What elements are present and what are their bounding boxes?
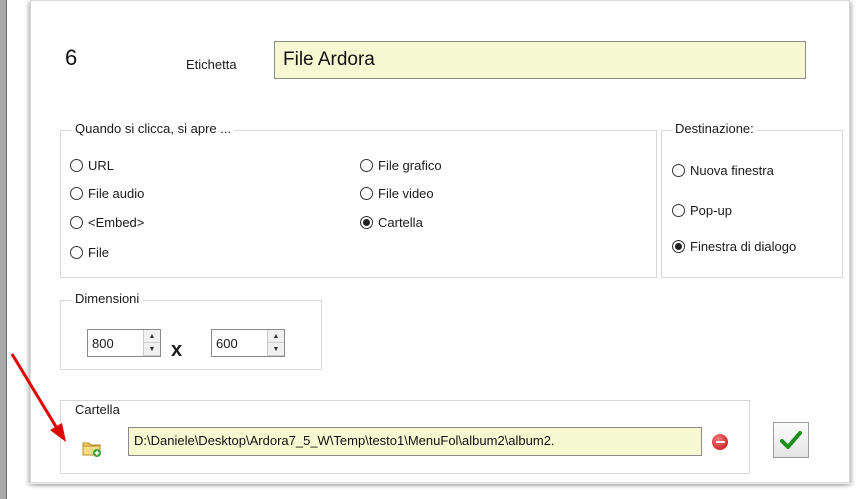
dimension-separator: x [171,339,183,361]
height-down-icon[interactable]: ▼ [268,343,284,356]
radio-finestra-dialogo-circle [672,240,685,253]
radio-file-audio-label: File audio [88,186,145,201]
destination-legend: Destinazione: [672,121,757,136]
remove-icon[interactable] [712,434,728,450]
open-action-legend: Quando si clicca, si apre ... [72,121,235,136]
width-stepper-buttons[interactable]: ▲ ▼ [143,330,160,356]
radio-file-video-label: File video [378,186,434,201]
radio-finestra-dialogo-label: Finestra di dialogo [690,239,797,254]
height-up-icon[interactable]: ▲ [268,330,284,343]
radio-nuova-finestra-circle [672,164,685,177]
width-up-icon[interactable]: ▲ [144,330,160,343]
radio-file[interactable]: File [70,245,109,260]
label-caption: Etichetta [186,57,237,72]
radio-embed-circle [70,216,83,229]
height-stepper-buttons[interactable]: ▲ ▼ [267,330,284,356]
height-stepper[interactable]: 600 ▲ ▼ [211,329,285,357]
height-value: 600 [216,335,238,351]
width-stepper[interactable]: 800 ▲ ▼ [87,329,161,357]
radio-file-circle [70,246,83,259]
radio-file-video[interactable]: File video [360,186,434,201]
radio-file-grafico-label: File grafico [378,158,442,173]
radio-file-video-circle [360,187,373,200]
radio-pop-up-circle [672,204,685,217]
radio-nuova-finestra[interactable]: Nuova finestra [672,163,774,178]
radio-url-circle [70,159,83,172]
radio-file-grafico[interactable]: File grafico [360,158,442,173]
radio-cartella-circle [360,216,373,229]
checkmark-icon [780,431,802,449]
folder-add-icon[interactable] [82,440,102,458]
radio-url[interactable]: URL [70,158,114,173]
radio-url-label: URL [88,158,115,173]
folder-path-input[interactable]: D:\Daniele\Desktop\Ardora7_5_W\Temp\test… [128,427,702,456]
open-action-group [60,130,657,278]
dimensions-legend: Dimensioni [72,291,143,306]
radio-cartella[interactable]: Cartella [360,215,423,230]
radio-cartella-label: Cartella [378,215,423,230]
radio-finestra-dialogo[interactable]: Finestra di dialogo [672,239,796,254]
radio-file-grafico-circle [360,159,373,172]
radio-file-label: File [88,245,109,260]
ok-button[interactable] [773,422,809,458]
radio-nuova-finestra-label: Nuova finestra [690,163,774,178]
radio-pop-up[interactable]: Pop-up [672,203,732,218]
radio-embed-label: <Embed> [88,215,145,230]
annotation-arrow [10,353,66,442]
width-down-icon[interactable]: ▼ [144,343,160,356]
radio-file-audio-circle [70,187,83,200]
radio-file-audio[interactable]: File audio [70,186,144,201]
width-value: 800 [92,335,114,351]
radio-pop-up-label: Pop-up [690,203,732,218]
radio-embed[interactable]: <Embed> [70,215,144,230]
label-input[interactable] [274,41,806,79]
item-number: 6 [65,45,78,70]
